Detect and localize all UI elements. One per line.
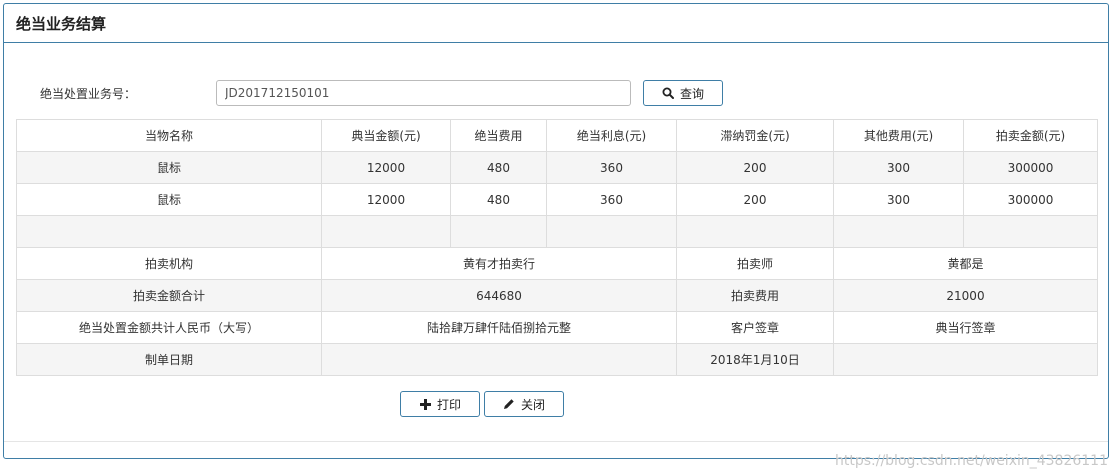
print-button-label: 打印 — [436, 397, 461, 412]
rmb-total-value: 陆拾肆万肆仟陆佰捌拾元整 — [321, 311, 677, 344]
date-extra-cell — [833, 343, 1098, 376]
auctioneer-label: 拍卖师 — [676, 247, 834, 280]
auction-org-value: 黄有才拍卖行 — [321, 247, 677, 280]
page-title: 绝当业务结算 — [16, 14, 107, 33]
table-cell: 480 — [450, 151, 547, 184]
table-cell: 12000 — [321, 151, 451, 184]
close-button-label: 关闭 — [520, 397, 545, 412]
table-cell: 300000 — [963, 183, 1098, 216]
table-row-empty — [16, 215, 1098, 248]
summary-row-total: 拍卖金额合计 644680 拍卖费用 21000 — [16, 279, 1098, 312]
table-row: 鼠标 12000 480 360 200 300 300000 — [16, 183, 1098, 216]
action-bar: 打印 关闭 — [400, 391, 564, 417]
plus-icon — [419, 398, 432, 411]
table-cell: 鼠标 — [16, 183, 322, 216]
column-header: 当物名称 — [16, 119, 322, 152]
auctioneer-value: 黄都是 — [833, 247, 1098, 280]
table-cell: 12000 — [321, 183, 451, 216]
date-value: 2018年1月10日 — [676, 343, 834, 376]
table-cell — [321, 215, 451, 248]
table-cell: 300 — [833, 151, 964, 184]
table-cell — [833, 215, 964, 248]
footer-divider — [4, 441, 1108, 442]
table-cell — [963, 215, 1098, 248]
table-row: 鼠标 12000 480 360 200 300 300000 — [16, 151, 1098, 184]
summary-row-date: 制单日期 2018年1月10日 — [16, 343, 1098, 376]
table-cell — [676, 215, 834, 248]
auction-org-label: 拍卖机构 — [16, 247, 322, 280]
auction-fee-label: 拍卖费用 — [676, 279, 834, 312]
search-form: 绝当处置业务号： 查询 — [4, 79, 1108, 107]
date-empty-cell — [321, 343, 677, 376]
table-cell — [546, 215, 677, 248]
column-header: 拍卖金额(元) — [963, 119, 1098, 152]
search-icon — [662, 87, 675, 100]
date-label: 制单日期 — [16, 343, 322, 376]
customer-sign-label: 客户签章 — [676, 311, 834, 344]
auction-fee-value: 21000 — [833, 279, 1098, 312]
table-cell: 200 — [676, 183, 834, 216]
column-header: 绝当费用 — [450, 119, 547, 152]
column-header: 滞纳罚金(元) — [676, 119, 834, 152]
table-cell: 300000 — [963, 151, 1098, 184]
table-cell — [450, 215, 547, 248]
summary-row-auction: 拍卖机构 黄有才拍卖行 拍卖师 黄都是 — [16, 247, 1098, 280]
watermark: https://blog.csdn.net/weixin_43826111 — [834, 453, 1108, 469]
close-button[interactable]: 关闭 — [484, 391, 564, 417]
table-cell: 鼠标 — [16, 151, 322, 184]
pawnshop-sign-label: 典当行签章 — [833, 311, 1098, 344]
table-cell: 480 — [450, 183, 547, 216]
table-cell — [16, 215, 322, 248]
rmb-total-label: 绝当处置金额共计人民币（大写） — [16, 311, 322, 344]
table-cell: 360 — [546, 183, 677, 216]
column-header: 绝当利息(元) — [546, 119, 677, 152]
table-cell: 360 — [546, 151, 677, 184]
pencil-icon — [503, 398, 516, 411]
total-value: 644680 — [321, 279, 677, 312]
business-no-label: 绝当处置业务号： — [40, 87, 137, 101]
table-header-row: 当物名称 典当金额(元) 绝当费用 绝当利息(元) 滞纳罚金(元) 其他费用(元… — [16, 119, 1098, 152]
business-no-input[interactable] — [216, 80, 631, 106]
search-button-label: 查询 — [679, 86, 704, 101]
table-cell: 300 — [833, 183, 964, 216]
total-label: 拍卖金额合计 — [16, 279, 322, 312]
search-button[interactable]: 查询 — [643, 80, 723, 106]
column-header: 典当金额(元) — [321, 119, 451, 152]
settlement-table: 当物名称 典当金额(元) 绝当费用 绝当利息(元) 滞纳罚金(元) 其他费用(元… — [16, 119, 1098, 376]
table-cell: 200 — [676, 151, 834, 184]
print-button[interactable]: 打印 — [400, 391, 480, 417]
summary-row-rmb: 绝当处置金额共计人民币（大写） 陆拾肆万肆仟陆佰捌拾元整 客户签章 典当行签章 — [16, 311, 1098, 344]
panel-header: 绝当业务结算 — [4, 4, 1108, 43]
settlement-panel: 绝当业务结算 绝当处置业务号： 查询 当物名称 典当金额(元) 绝当费用 绝当利… — [3, 3, 1109, 459]
column-header: 其他费用(元) — [833, 119, 964, 152]
